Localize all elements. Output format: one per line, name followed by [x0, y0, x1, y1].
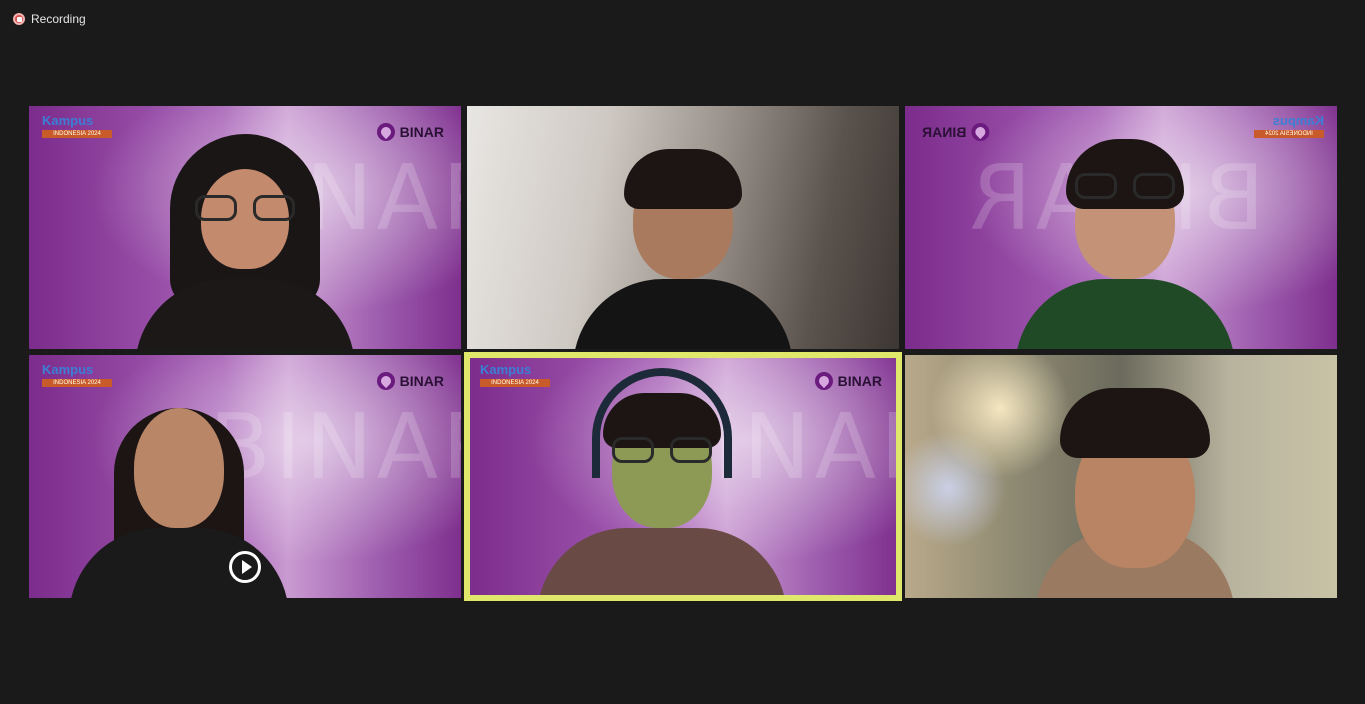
event-logo: Kampus INDONESIA 2024 — [42, 114, 112, 154]
event-logo: Kampus INDONESIA 2024 — [1254, 113, 1324, 154]
participant-video — [573, 139, 793, 349]
binar-brand: BINAR — [376, 372, 444, 390]
event-logo: Kampus INDONESIA 2024 — [480, 363, 550, 403]
recording-icon — [13, 13, 25, 25]
video-tile-5-active-speaker[interactable]: BINAR Kampus INDONESIA 2024 BINAR — [464, 352, 902, 601]
video-tile-4[interactable]: BINAR Kampus INDONESIA 2024 BINAR — [29, 355, 461, 598]
participant-video — [537, 368, 787, 598]
binar-brand: BINAR — [376, 123, 444, 141]
binar-logo-icon — [814, 372, 833, 390]
participant-video — [135, 134, 355, 349]
video-tile-1[interactable]: BINAR Kampus INDONESIA 2024 BINAR — [29, 106, 461, 349]
binar-logo-icon — [376, 372, 395, 390]
participant-video — [1015, 139, 1235, 349]
recording-label: Recording — [31, 12, 86, 26]
binar-logo-icon — [971, 123, 990, 141]
participant-video — [1025, 388, 1245, 598]
binar-logo-icon — [376, 123, 395, 141]
recording-indicator[interactable]: Recording — [13, 12, 86, 26]
video-tile-3[interactable]: BINAR Kampus INDONESIA 2024 BINAR — [905, 106, 1337, 349]
play-circle-icon — [229, 551, 261, 583]
video-tile-6[interactable] — [905, 355, 1337, 598]
video-tile-2[interactable] — [467, 106, 899, 349]
binar-brand: BINAR — [814, 372, 882, 390]
binar-brand: BINAR — [922, 123, 990, 141]
